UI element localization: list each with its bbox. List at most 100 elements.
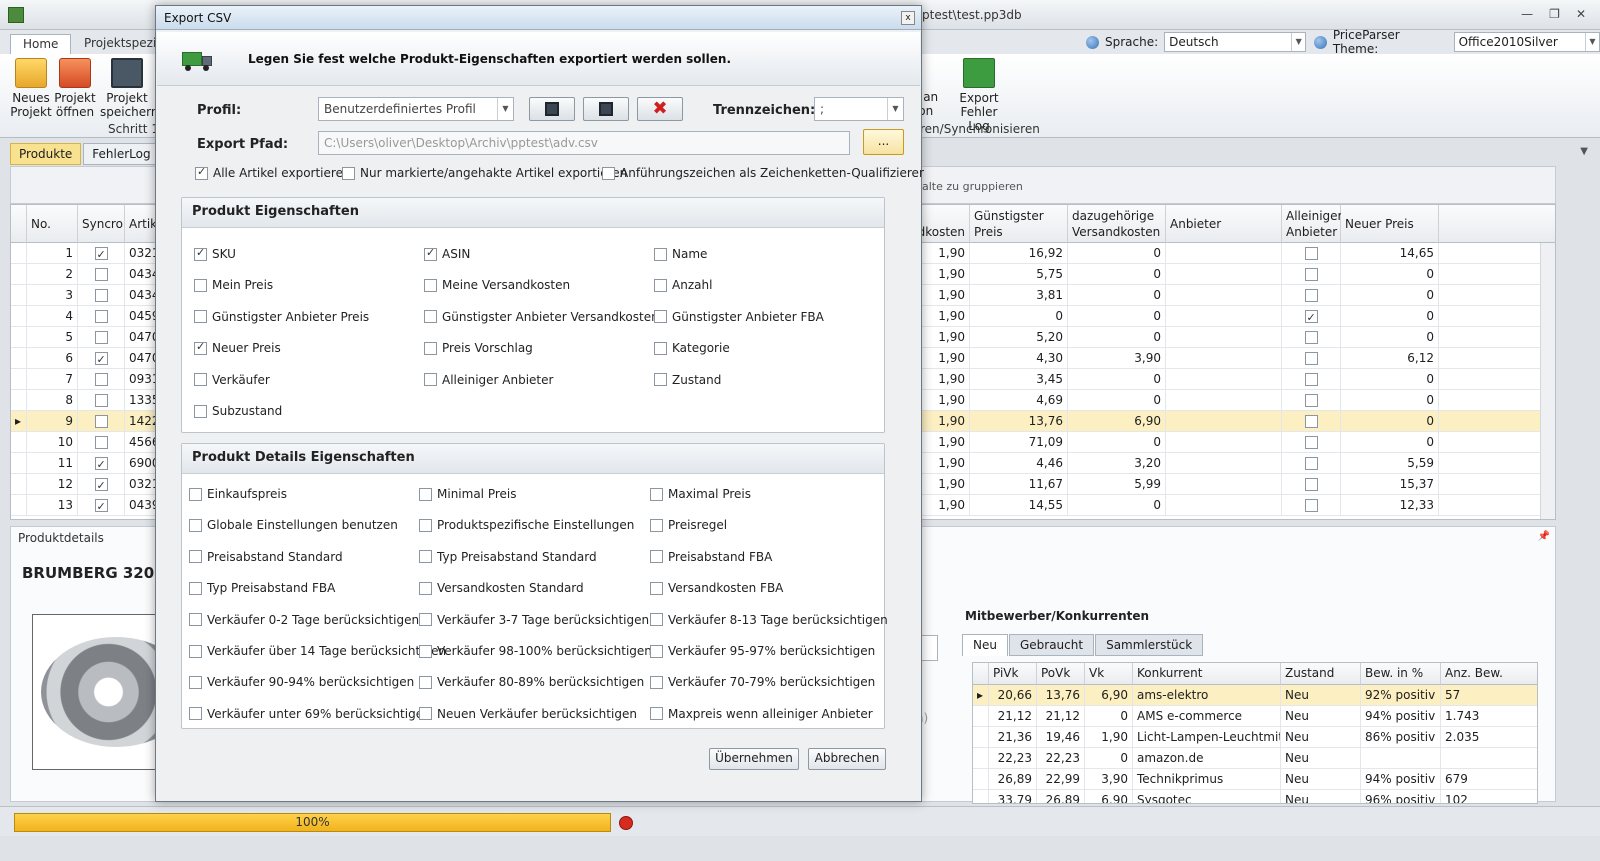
header-no[interactable]: No. bbox=[27, 205, 78, 243]
detail-property-checkbox[interactable]: Produktspezifische Einstellungen bbox=[419, 518, 634, 532]
detail-property-checkbox[interactable]: Einkaufspreis bbox=[189, 487, 287, 501]
checkbox[interactable] bbox=[650, 644, 663, 658]
checkbox[interactable] bbox=[189, 675, 202, 689]
checkbox[interactable] bbox=[1304, 289, 1318, 302]
checkbox[interactable] bbox=[650, 613, 663, 627]
checkbox[interactable] bbox=[1304, 415, 1318, 428]
header-pivk[interactable]: PiVk bbox=[989, 663, 1037, 685]
checkbox[interactable] bbox=[342, 166, 355, 180]
chevron-down-icon[interactable]: ▼ bbox=[1291, 33, 1305, 51]
checkbox[interactable] bbox=[94, 497, 108, 515]
checkbox[interactable] bbox=[1304, 394, 1318, 407]
checkbox[interactable] bbox=[419, 675, 432, 689]
checkbox[interactable] bbox=[194, 373, 207, 387]
checkbox[interactable] bbox=[194, 246, 207, 261]
table-row[interactable]: 26,89 22,99 3,90 Technikprimus Neu 94% positi… bbox=[973, 769, 1537, 790]
checkbox[interactable] bbox=[650, 581, 663, 595]
checkbox[interactable] bbox=[1304, 373, 1318, 386]
checkbox[interactable] bbox=[419, 550, 432, 564]
property-checkbox[interactable]: Mein Preis bbox=[194, 278, 273, 292]
checkbox[interactable] bbox=[94, 415, 108, 428]
checkbox[interactable] bbox=[94, 331, 108, 344]
checkbox[interactable] bbox=[94, 394, 108, 407]
tab-produkte[interactable]: Produkte bbox=[10, 143, 82, 165]
dialog-close-icon[interactable]: x bbox=[901, 11, 915, 25]
detail-property-checkbox[interactable]: Maxpreis wenn alleiniger Anbieter bbox=[650, 707, 873, 721]
property-checkbox[interactable]: Neuer Preis bbox=[194, 340, 281, 355]
checkbox[interactable] bbox=[424, 310, 437, 324]
detail-property-checkbox[interactable]: Verkäufer 8-13 Tage berücksichtigen bbox=[650, 613, 888, 627]
checkbox[interactable] bbox=[654, 278, 667, 292]
checkbox[interactable] bbox=[1304, 308, 1318, 326]
checkbox[interactable] bbox=[654, 373, 667, 387]
table-row[interactable]: 21,12 21,12 0 AMS e-commerce Neu 94% positiv 1… bbox=[973, 706, 1537, 727]
detail-property-checkbox[interactable]: Verkäufer über 14 Tage berücksichtigen bbox=[189, 644, 446, 658]
checkbox[interactable] bbox=[189, 518, 202, 532]
tab-neu[interactable]: Neu bbox=[962, 634, 1008, 656]
theme-combo[interactable]: Office2010Silver ▼ bbox=[1453, 32, 1600, 52]
header-syncro[interactable]: Syncro bbox=[78, 205, 125, 243]
grid-scrollbar[interactable] bbox=[1540, 243, 1555, 519]
export-option-checkbox[interactable]: Nur markierte/angehakte Artikel exportie… bbox=[342, 166, 627, 180]
checkbox[interactable] bbox=[650, 550, 663, 564]
property-checkbox[interactable]: Zustand bbox=[654, 373, 721, 387]
table-row[interactable]: ▸ 20,66 13,76 6,90 ams-elektro Neu 92% positiv… bbox=[973, 685, 1537, 706]
checkbox[interactable] bbox=[650, 518, 663, 532]
checkbox[interactable] bbox=[189, 644, 202, 658]
checkbox[interactable] bbox=[654, 341, 667, 355]
checkbox[interactable] bbox=[94, 436, 108, 449]
header-neuer-preis[interactable]: Neuer Preis bbox=[1341, 205, 1439, 243]
header-alleiniger-anbieter[interactable]: Alleiniger Anbieter bbox=[1282, 205, 1342, 243]
stop-icon[interactable] bbox=[619, 816, 633, 830]
detail-property-checkbox[interactable]: Verkäufer unter 69% berücksichtigen bbox=[189, 707, 431, 721]
checkbox[interactable] bbox=[195, 165, 208, 180]
table-row[interactable]: 22,23 22,23 0 amazon.de Neu bbox=[973, 748, 1537, 769]
minimize-icon[interactable]: — bbox=[1521, 7, 1533, 21]
checkbox[interactable] bbox=[194, 278, 207, 292]
chevron-down-icon[interactable]: ▼ bbox=[1580, 146, 1588, 157]
property-checkbox[interactable]: Günstigster Anbieter FBA bbox=[654, 310, 824, 324]
checkbox[interactable] bbox=[94, 268, 108, 281]
checkbox[interactable] bbox=[94, 455, 108, 473]
property-checkbox[interactable]: Preis Vorschlag bbox=[424, 341, 533, 355]
table-row[interactable]: 21,36 19,46 1,90 Licht-Lampen-Leuchtmit... N… bbox=[973, 727, 1537, 748]
checkbox[interactable] bbox=[1304, 499, 1318, 512]
checkbox[interactable] bbox=[650, 675, 663, 689]
save-project-button[interactable]: Projekt speichern bbox=[100, 58, 159, 119]
chevron-down-icon[interactable]: ▼ bbox=[887, 98, 903, 120]
detail-property-checkbox[interactable]: Typ Preisabstand Standard bbox=[419, 550, 597, 564]
chevron-down-icon[interactable]: ▼ bbox=[497, 98, 513, 120]
checkbox[interactable] bbox=[189, 613, 202, 627]
property-checkbox[interactable]: Meine Versandkosten bbox=[424, 278, 570, 292]
export-option-checkbox[interactable]: Alle Artikel exportieren bbox=[195, 165, 351, 180]
detail-property-checkbox[interactable]: Verkäufer 70-79% berücksichtigen bbox=[650, 675, 875, 689]
checkbox[interactable] bbox=[194, 404, 207, 418]
detail-property-checkbox[interactable]: Verkäufer 98-100% berücksichtigen bbox=[419, 644, 652, 658]
profil-combo[interactable]: Benutzerdefiniertes Profil ▼ bbox=[318, 97, 514, 121]
detail-property-checkbox[interactable]: Verkäufer 3-7 Tage berücksichtigen bbox=[419, 613, 649, 627]
checkbox[interactable] bbox=[419, 707, 432, 721]
close-icon[interactable]: ✕ bbox=[1576, 7, 1586, 21]
save-profile-button[interactable] bbox=[529, 97, 575, 121]
property-checkbox[interactable]: Günstigster Anbieter Versandkosten bbox=[424, 310, 659, 324]
trennzeichen-combo[interactable]: ; ▼ bbox=[814, 97, 904, 121]
checkbox[interactable] bbox=[94, 245, 108, 263]
new-project-button[interactable]: Neues Projekt bbox=[8, 58, 54, 119]
checkbox[interactable] bbox=[189, 550, 202, 564]
checkbox[interactable] bbox=[602, 166, 615, 180]
open-project-button[interactable]: Projekt öffnen bbox=[52, 58, 98, 119]
detail-property-checkbox[interactable]: Verkäufer 95-97% berücksichtigen bbox=[650, 644, 875, 658]
checkbox[interactable] bbox=[1304, 478, 1318, 491]
header-zustand[interactable]: Zustand bbox=[1281, 663, 1361, 685]
checkbox[interactable] bbox=[194, 340, 207, 355]
restore-icon[interactable]: ❐ bbox=[1549, 7, 1560, 21]
checkbox[interactable] bbox=[189, 581, 202, 595]
checkbox[interactable] bbox=[419, 518, 432, 532]
detail-property-checkbox[interactable]: Verkäufer 90-94% berücksichtigen bbox=[189, 675, 414, 689]
detail-property-checkbox[interactable]: Typ Preisabstand FBA bbox=[189, 581, 335, 595]
detail-property-checkbox[interactable]: Minimal Preis bbox=[419, 487, 516, 501]
property-checkbox[interactable]: Alleiniger Anbieter bbox=[424, 373, 553, 387]
property-checkbox[interactable]: Anzahl bbox=[654, 278, 712, 292]
apply-button[interactable]: Übernehmen bbox=[709, 748, 799, 770]
property-checkbox[interactable]: ASIN bbox=[424, 246, 470, 261]
